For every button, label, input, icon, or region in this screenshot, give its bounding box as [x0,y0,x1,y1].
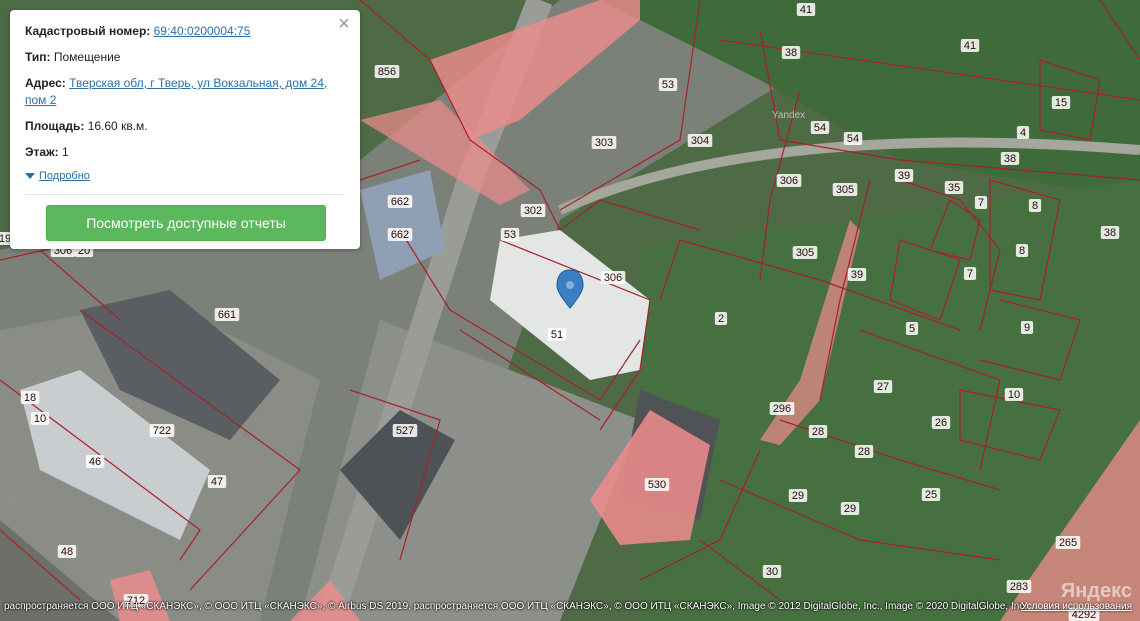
parcel-label[interactable]: 25 [925,489,937,501]
parcel-label[interactable]: 38 [1004,153,1016,165]
area-value: 16.60 кв.м. [87,119,148,133]
map-copyright: распространяется ООО ИТЦ «СКАНЭКС», © ОО… [4,601,1028,612]
parcel-label[interactable]: 41 [964,40,976,52]
type-label: Тип: [25,50,51,64]
cadastral-number-link[interactable]: 69:40:0200004:75 [154,24,251,38]
popup-divider [25,194,345,195]
parcel-label[interactable]: 28 [812,426,824,438]
parcel-label[interactable]: 856 [378,66,396,78]
triangle-down-icon [25,173,35,180]
cadastral-map[interactable]: 41 41 38 856 53 303 304 54 54 15 4 38 306 305 39 35 7 8 38… [0,0,1140,621]
parcel-label[interactable]: 54 [814,122,826,134]
parcel-label[interactable]: 8 [1019,245,1025,257]
address-row: Адрес: Тверская обл, г Тверь, ул Вокзаль… [25,75,345,109]
parcel-label[interactable]: 306 [604,272,622,284]
parcel-label[interactable]: 10 [1008,389,1020,401]
parcel-label[interactable]: 7 [978,197,984,209]
parcel-label[interactable]: 54 [847,133,859,145]
parcel-label[interactable]: 302 [524,205,542,217]
parcel-label[interactable]: 30 [766,566,778,578]
parcel-label[interactable]: 39 [851,269,863,281]
floor-row: Этаж: 1 [25,144,345,161]
parcel-label[interactable]: 662 [391,196,409,208]
parcel-label[interactable]: 51 [551,329,563,341]
floor-label: Этаж: [25,145,59,159]
parcel-label[interactable]: 304 [691,135,709,147]
parcel-label[interactable]: 26 [935,417,947,429]
parcel-label[interactable]: 661 [218,309,236,321]
area-label: Площадь: [25,119,85,133]
parcel-label[interactable]: 265 [1059,537,1077,549]
parcel-label[interactable]: 48 [61,546,73,558]
parcel-label[interactable]: 4 [1020,127,1026,139]
close-icon[interactable]: × [336,14,352,34]
parcel-label[interactable]: 303 [595,137,613,149]
parcel-label[interactable]: 7 [967,268,973,280]
parcel-label[interactable]: 2 [718,313,724,325]
parcel-label[interactable]: 283 [1010,581,1028,593]
parcel-label[interactable]: 662 [391,229,409,241]
parcel-label[interactable]: 27 [877,381,889,393]
floor-value: 1 [61,145,69,159]
type-row: Тип: Помещение [25,49,345,66]
parcel-label[interactable]: 29 [844,503,856,515]
details-toggle[interactable]: Подробно [25,170,345,182]
address-link[interactable]: Тверская обл, г Тверь, ул Вокзальная, до… [25,76,327,107]
parcel-label[interactable]: 296 [773,403,791,415]
address-label: Адрес: [25,76,66,90]
parcel-label[interactable]: 305 [796,247,814,259]
parcel-label[interactable]: 38 [1104,227,1116,239]
type-value: Помещение [53,50,121,64]
parcel-label[interactable]: 722 [153,425,171,437]
cadastral-number-label: Кадастровый номер: [25,24,151,38]
parcel-label[interactable]: 10 [34,413,46,425]
parcel-label[interactable]: 28 [858,446,870,458]
yandex-watermark-small: Yandex [772,110,806,121]
parcel-label[interactable]: 35 [948,182,960,194]
parcel-label[interactable]: 46 [89,456,101,468]
parcel-label[interactable]: 18 [24,392,36,404]
area-row: Площадь: 16.60 кв.м. [25,118,345,135]
parcel-label[interactable]: 306 [780,175,798,187]
parcel-label[interactable]: 9 [1024,322,1030,334]
parcel-label[interactable]: 530 [648,479,666,491]
parcel-label[interactable]: 38 [785,47,797,59]
parcel-label[interactable]: 39 [898,170,910,182]
parcel-label[interactable]: 527 [396,425,414,437]
parcel-info-popup: × Кадастровый номер: 69:40:0200004:75 Ти… [10,10,360,249]
cadastral-number-row: Кадастровый номер: 69:40:0200004:75 [25,23,345,40]
details-link[interactable]: Подробно [39,170,90,182]
parcel-label[interactable]: 29 [792,490,804,502]
terms-of-use-link[interactable]: Условия использования [1021,601,1132,612]
parcel-label[interactable]: 15 [1055,97,1067,109]
parcel-label[interactable]: 41 [800,4,812,16]
parcel-label[interactable]: 47 [211,476,223,488]
parcel-label[interactable]: 53 [662,79,674,91]
parcel-label[interactable]: 8 [1032,200,1038,212]
parcel-label[interactable]: 305 [836,184,854,196]
parcel-label[interactable]: 53 [504,229,516,241]
view-reports-button[interactable]: Посмотреть доступные отчеты [46,205,326,241]
yandex-logo: Яндекс [1060,580,1132,602]
parcel-label[interactable]: 5 [909,323,915,335]
